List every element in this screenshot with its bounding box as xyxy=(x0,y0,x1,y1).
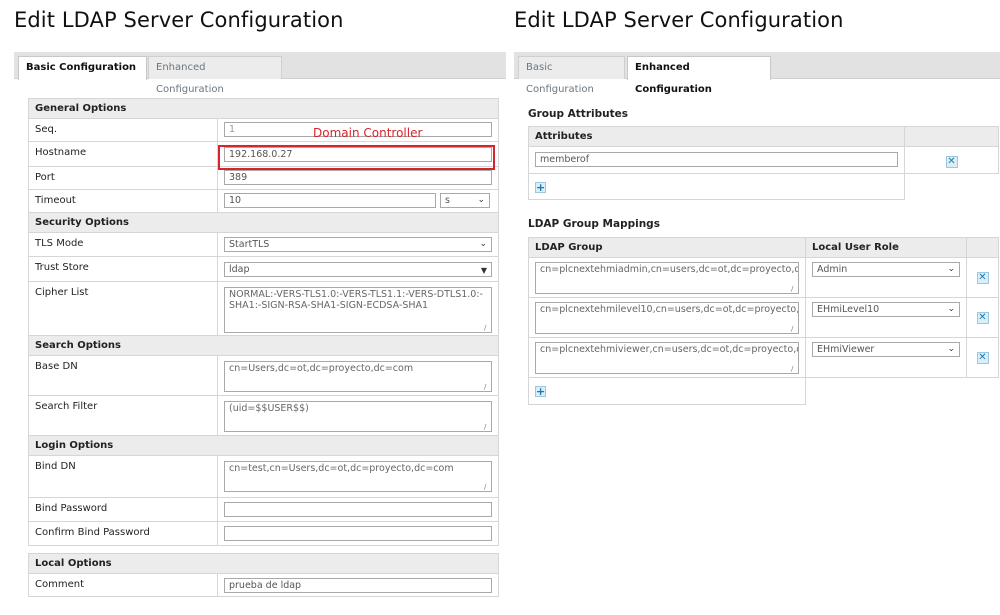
empty-cell xyxy=(905,174,999,200)
bind-dn-value: cn=test,cn=Users,dc=ot,dc=proyecto,dc=co… xyxy=(229,463,454,474)
local-user-role-select[interactable]: Admin ⌄ xyxy=(812,262,960,277)
comment-input[interactable]: prueba de ldap xyxy=(224,578,493,593)
tab-basic-configuration[interactable]: Basic Configuration xyxy=(518,56,625,95)
base-dn-value: cn=Users,dc=ot,dc=proyecto,dc=com xyxy=(229,363,414,374)
hostname-highlight-box xyxy=(218,145,495,170)
bind-password-input[interactable] xyxy=(224,502,493,517)
tls-mode-label: TLS Mode xyxy=(28,232,218,257)
ldap-group-mappings-heading: LDAP Group Mappings xyxy=(528,218,660,230)
resize-grip-icon[interactable]: ∕ xyxy=(791,326,797,333)
triangle-down-icon: ▼ xyxy=(480,266,488,275)
base-dn-textarea[interactable]: cn=Users,dc=ot,dc=proyecto,dc=com ∕ xyxy=(224,361,493,392)
tab-enhanced-configuration[interactable]: Enhanced Configuration xyxy=(627,56,771,95)
empty-cell xyxy=(806,378,999,405)
ldap-group-textarea[interactable]: cn=plcnextehmilevel10,cn=users,dc=ot,dc=… xyxy=(535,302,799,334)
local-user-role-value: EHmiViewer xyxy=(817,344,875,355)
base-dn-label: Base DN xyxy=(28,355,218,396)
resize-grip-icon[interactable]: ∕ xyxy=(484,484,490,491)
timeout-unit-value: s xyxy=(445,195,450,206)
trust-store-label: Trust Store xyxy=(28,256,218,282)
attribute-input[interactable]: memberof xyxy=(535,152,898,167)
group-attributes-heading: Group Attributes xyxy=(528,108,628,120)
port-input[interactable]: 389 xyxy=(224,170,493,185)
comment-label: Comment xyxy=(28,573,218,597)
section-login-options: Login Options xyxy=(27,435,500,456)
chevron-down-icon: ⌄ xyxy=(477,195,485,205)
confirm-bind-password-input[interactable] xyxy=(224,526,493,541)
search-filter-value: (uid=$$USER$$) xyxy=(229,403,309,414)
attributes-action-header xyxy=(904,126,999,147)
ldap-group-value: cn=plcnextehmilevel10,cn=users,dc=ot,dc=… xyxy=(540,304,799,315)
tab-enhanced-configuration[interactable]: Enhanced Configuration xyxy=(148,56,282,95)
section-local-options: Local Options xyxy=(27,553,500,574)
chevron-down-icon: ⌄ xyxy=(947,264,955,274)
trust-store-value: ldap xyxy=(229,264,250,275)
section-search-options: Search Options xyxy=(27,335,500,356)
tab-bar: Basic Configuration Enhanced Configurati… xyxy=(14,52,506,95)
confirm-bind-password-label: Confirm Bind Password xyxy=(28,521,218,546)
trust-store-select[interactable]: ldap ▼ xyxy=(224,262,493,277)
port-label: Port xyxy=(28,166,218,190)
local-user-role-select[interactable]: EHmiLevel10 ⌄ xyxy=(812,302,960,317)
plus-icon[interactable]: + xyxy=(535,181,546,193)
tab-basic-configuration[interactable]: Basic Configuration xyxy=(18,56,147,80)
bind-password-label: Bind Password xyxy=(28,497,218,522)
ldap-group-column-header: LDAP Group xyxy=(528,237,806,258)
cipher-list-value: NORMAL:-VERS-TLS1.0:-VERS-TLS1.1:-VERS-D… xyxy=(229,289,483,311)
domain-controller-annotation: Domain Controller xyxy=(313,126,423,140)
ldap-group-textarea[interactable]: cn=plcnextehmiviewer,cn=users,dc=ot,dc=p… xyxy=(535,342,799,374)
table-row: cn=plcnextehmiadmin,cn=users,dc=ot,dc=pr… xyxy=(528,257,999,298)
timeout-input[interactable]: 10 xyxy=(224,193,436,208)
ldap-group-textarea[interactable]: cn=plcnextehmiadmin,cn=users,dc=ot,dc=pr… xyxy=(535,262,799,294)
page-title-enhanced: Edit LDAP Server Configuration xyxy=(514,8,844,32)
local-user-role-select[interactable]: EHmiViewer ⌄ xyxy=(812,342,960,357)
x-icon[interactable]: ✕ xyxy=(976,271,989,284)
basic-config-table: General Options Seq. 1 Hostname 192.168.… xyxy=(27,98,500,597)
x-icon[interactable]: ✕ xyxy=(976,311,989,324)
section-spacer xyxy=(28,545,499,554)
tab-bar-enhanced: Basic Configuration Enhanced Configurati… xyxy=(514,52,1000,95)
group-attributes-table: Attributes memberof ✕ + xyxy=(528,126,999,200)
plus-icon[interactable]: + xyxy=(535,386,546,397)
resize-grip-icon[interactable]: ∕ xyxy=(484,325,490,332)
mapping-action-header xyxy=(966,237,999,258)
section-security-options: Security Options xyxy=(27,212,500,233)
x-icon[interactable]: ✕ xyxy=(976,351,989,364)
chevron-down-icon: ⌄ xyxy=(479,239,488,249)
bind-dn-label: Bind DN xyxy=(28,455,218,498)
ldap-group-mappings-table: LDAP Group Local User Role cn=plcnextehm… xyxy=(528,237,999,405)
search-filter-label: Search Filter xyxy=(28,395,218,436)
local-user-role-value: EHmiLevel10 xyxy=(817,304,880,315)
resize-grip-icon[interactable]: ∕ xyxy=(791,286,797,293)
table-row: cn=plcnextehmilevel10,cn=users,dc=ot,dc=… xyxy=(528,297,999,338)
page-title: Edit LDAP Server Configuration xyxy=(14,8,344,32)
timeout-label: Timeout xyxy=(28,189,218,213)
tls-mode-value: StartTLS xyxy=(229,239,270,250)
tls-mode-select[interactable]: StartTLS ⌄ xyxy=(224,237,493,252)
local-user-role-column-header: Local User Role xyxy=(805,237,967,258)
bind-dn-textarea[interactable]: cn=test,cn=Users,dc=ot,dc=proyecto,dc=co… xyxy=(224,461,493,492)
attributes-column-header: Attributes xyxy=(528,126,905,147)
table-row: cn=plcnextehmiviewer,cn=users,dc=ot,dc=p… xyxy=(528,337,999,378)
ldap-group-value: cn=plcnextehmiviewer,cn=users,dc=ot,dc=p… xyxy=(540,344,798,355)
hostname-label: Hostname xyxy=(28,141,218,167)
chevron-down-icon: ⌄ xyxy=(947,304,955,314)
cipher-list-label: Cipher List xyxy=(28,281,218,336)
resize-grip-icon[interactable]: ∕ xyxy=(484,424,490,431)
x-icon[interactable]: ✕ xyxy=(945,155,958,168)
chevron-down-icon: ⌄ xyxy=(947,344,955,354)
resize-grip-icon[interactable]: ∕ xyxy=(791,366,797,373)
local-user-role-value: Admin xyxy=(817,264,848,275)
ldap-group-value: cn=plcnextehmiadmin,cn=users,dc=ot,dc=pr… xyxy=(540,264,798,275)
search-filter-textarea[interactable]: (uid=$$USER$$) ∕ xyxy=(224,401,493,432)
cipher-list-textarea[interactable]: NORMAL:-VERS-TLS1.0:-VERS-TLS1.1:-VERS-D… xyxy=(224,287,493,333)
section-general-options: General Options xyxy=(27,98,500,119)
resize-grip-icon[interactable]: ∕ xyxy=(484,384,490,391)
seq-label: Seq. xyxy=(28,118,218,142)
timeout-unit-select[interactable]: s ⌄ xyxy=(440,193,490,208)
